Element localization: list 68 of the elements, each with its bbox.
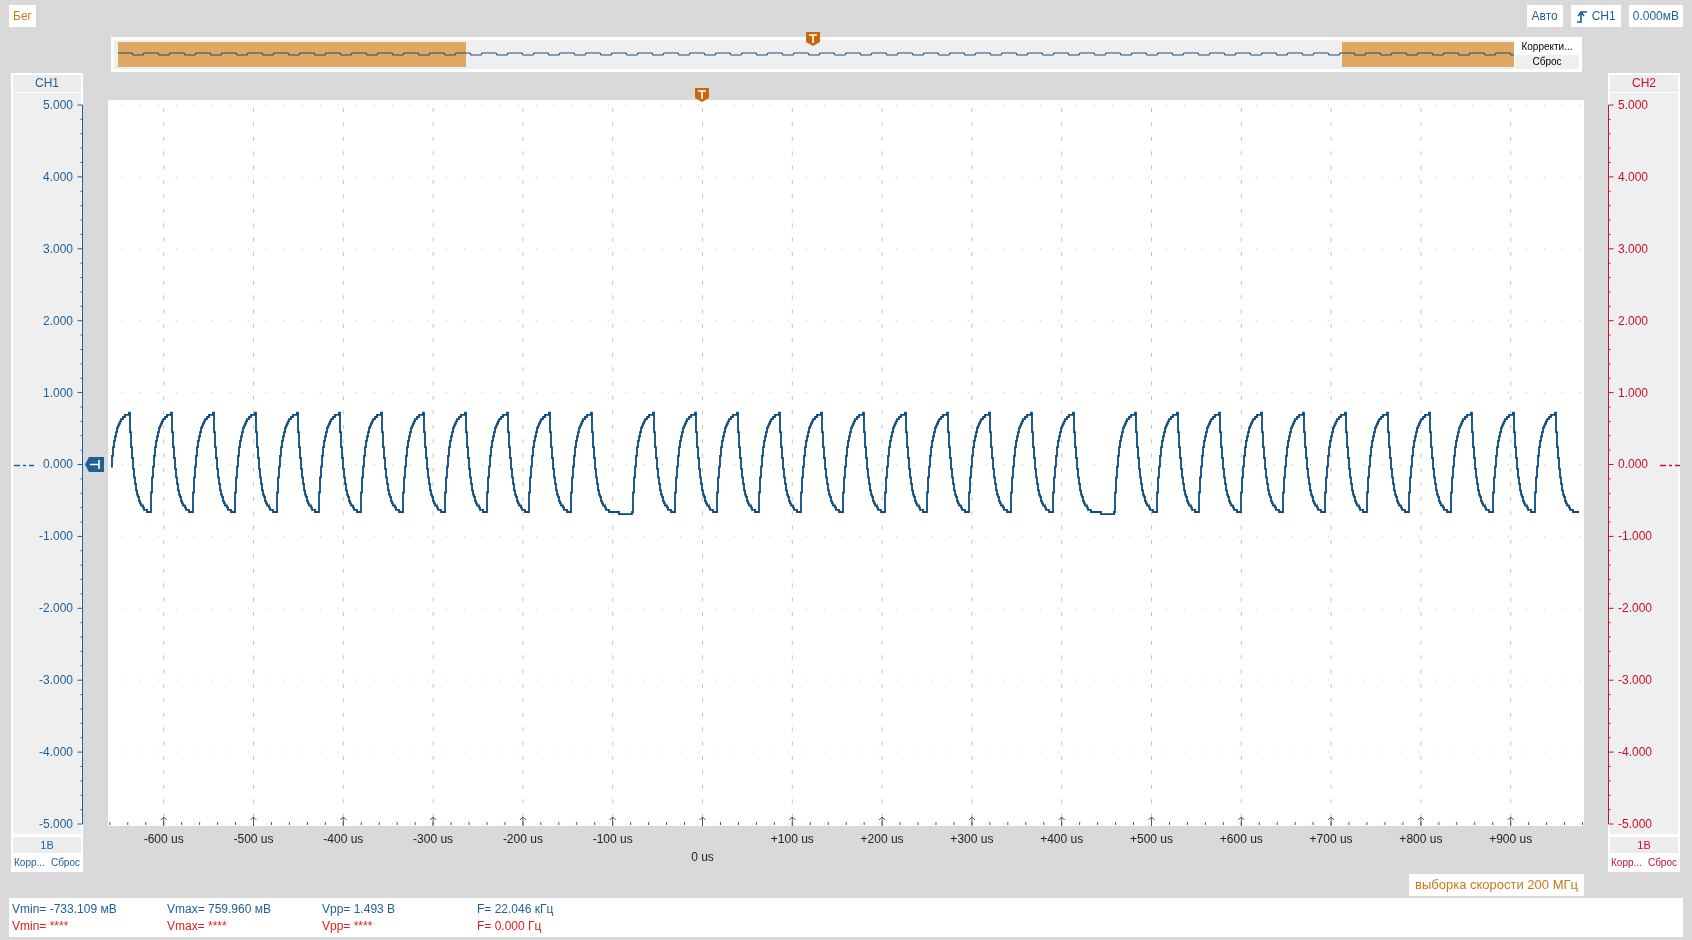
selection-region[interactable]: [1342, 42, 1514, 67]
voltage-label: -2.000: [1618, 600, 1653, 617]
time-axis-label: +400 us: [1040, 832, 1084, 846]
measurement-value: Vmin= -733.109 мВ: [12, 901, 118, 918]
time-axis-label: -600 us: [143, 832, 184, 846]
channel-label: CH1: [13, 75, 81, 92]
time-axis-label: +600 us: [1219, 832, 1263, 846]
voltage-label: -5.000: [38, 815, 73, 832]
overview-waveform[interactable]: [114, 40, 1514, 69]
measurement-value: Vpp= 1.493 В: [322, 901, 397, 918]
trigger-marker-icon[interactable]: [805, 31, 821, 47]
trigger-source-button[interactable]: CH1: [1570, 5, 1621, 27]
voltage-label: 5.000: [42, 97, 73, 113]
reset-button[interactable]: Сброс: [1646, 855, 1678, 871]
voltage-label: -3.000: [38, 672, 73, 689]
zero-level-dash: [14, 464, 34, 467]
time-axis-label: +900 us: [1489, 832, 1533, 846]
voltage-label: 1.000: [42, 384, 73, 401]
measurement-value: Vmin= ****: [12, 918, 70, 935]
channel-label: CH2: [1610, 75, 1678, 92]
scale-label[interactable]: 1В: [13, 837, 81, 853]
ground-marker-icon[interactable]: [85, 456, 104, 473]
adjust-button[interactable]: Корр...: [1610, 855, 1643, 871]
time-axis-label: +500 us: [1130, 832, 1173, 846]
voltage-label: -1.000: [1618, 528, 1653, 545]
time-axis-label: +300 us: [950, 832, 994, 846]
voltage-label: 3.000: [42, 240, 73, 257]
measurement-value: Vpp= ****: [322, 918, 374, 935]
voltage-label: -1.000: [38, 528, 73, 545]
voltage-label: 4.000: [1618, 168, 1649, 185]
sample-rate-label: выборка скорости 200 МГц: [1409, 874, 1584, 896]
voltage-label: -2.000: [38, 600, 73, 617]
voltage-label: -3.000: [1618, 672, 1653, 689]
voltage-label: -4.000: [1618, 744, 1653, 760]
rising-edge-icon: [1575, 9, 1588, 23]
time-axis-label: +800 us: [1399, 832, 1443, 846]
trigger-mode-button[interactable]: Авто: [1526, 5, 1563, 27]
time-axis-label: +700 us: [1309, 832, 1353, 846]
scale-label[interactable]: 1В: [1610, 837, 1678, 853]
reset-button[interactable]: Сброс: [49, 855, 81, 871]
trigger-level-button[interactable]: 0.000мВ: [1628, 5, 1683, 27]
zero-level-dash: [1660, 464, 1680, 467]
voltage-label: 2.000: [42, 312, 73, 329]
time-axis-label: -100 us: [592, 832, 633, 846]
measurement-value: Vmax= ****: [167, 918, 228, 935]
voltage-label: -4.000: [38, 744, 73, 760]
trigger-marker-icon[interactable]: [694, 87, 710, 103]
measurement-value: F= 22.046 кГц: [477, 901, 555, 918]
reset-button[interactable]: Сброс: [1515, 55, 1579, 69]
measurement-value: Vmax= 759.960 мВ: [167, 901, 272, 918]
voltage-label: 4.000: [42, 168, 73, 185]
voltage-label: 0.000: [42, 456, 73, 473]
voltage-label: 2.000: [1618, 312, 1649, 329]
voltage-label: 3.000: [1618, 240, 1649, 257]
time-axis-label: +100 us: [770, 832, 814, 846]
time-axis-label: -200 us: [502, 832, 543, 846]
time-axis-label: -400 us: [323, 832, 364, 846]
voltage-label: -5.000: [1618, 815, 1653, 832]
selection-region[interactable]: [118, 42, 466, 67]
voltage-label: 1.000: [1618, 384, 1649, 401]
time-axis-label: -500 us: [233, 832, 274, 846]
time-axis-label: +200 us: [860, 832, 904, 846]
time-axis-label: -300 us: [413, 832, 454, 846]
measurement-value: F= 0.000 Гц: [477, 918, 543, 935]
time-axis-label: 0 us: [691, 850, 714, 864]
adjust-button[interactable]: Корр...: [13, 855, 46, 871]
voltage-label: 5.000: [1618, 97, 1649, 113]
voltage-label: 0.000: [1618, 456, 1649, 473]
